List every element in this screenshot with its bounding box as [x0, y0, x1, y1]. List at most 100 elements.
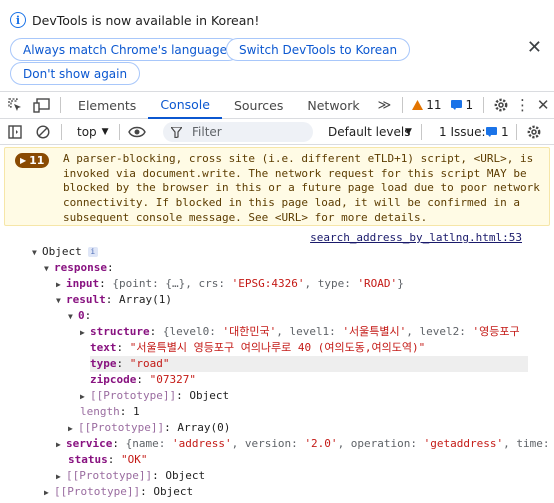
- structure-preview: , level2:: [406, 325, 473, 338]
- prototype-key: [[Prototype]]: [54, 485, 141, 498]
- tree-row-prototype-object[interactable]: ▶ [[Prototype]]: Object: [80, 388, 229, 404]
- source-location-link[interactable]: search_address_by_latlng.html:53: [310, 231, 522, 244]
- tree-row-prototype-array[interactable]: ▶ [[Prototype]]: Array(0): [68, 420, 230, 436]
- tree-row-type[interactable]: type: "road": [90, 356, 528, 372]
- expanded-triangle-icon[interactable]: ▼: [56, 293, 66, 308]
- prototype-key: [[Prototype]]: [90, 389, 177, 402]
- collapsed-triangle-icon[interactable]: ▶: [56, 469, 66, 484]
- collapsed-triangle-icon[interactable]: ▶: [44, 485, 54, 500]
- expand-triangle-icon: ▶: [20, 156, 27, 165]
- context-dropdown-icon[interactable]: ▼: [102, 127, 109, 137]
- message-counter[interactable]: 1: [451, 98, 473, 112]
- context-selector[interactable]: top: [77, 125, 97, 139]
- info-badge-icon[interactable]: i: [87, 247, 98, 257]
- zipcode-key: zipcode: [90, 373, 137, 386]
- warning-count: 11: [426, 98, 442, 112]
- collapsed-triangle-icon[interactable]: ▶: [56, 277, 66, 292]
- object-label: Object: [42, 245, 82, 258]
- prototype-value: Object: [165, 469, 206, 482]
- log-levels-dropdown[interactable]: Default levels: [328, 125, 410, 139]
- levels-dropdown-icon[interactable]: ▼: [405, 127, 412, 137]
- structure-preview: {level0:: [162, 325, 223, 338]
- expanded-triangle-icon[interactable]: ▼: [68, 309, 78, 324]
- collapsed-triangle-icon[interactable]: ▶: [56, 437, 66, 452]
- toolbar-divider: [402, 97, 404, 113]
- input-crs-value: 'EPSG:4326': [231, 277, 305, 290]
- tree-row-index-0[interactable]: ▼ 0:: [68, 308, 91, 324]
- result-key: result: [66, 293, 106, 306]
- switch-to-korean-button[interactable]: Switch DevTools to Korean: [226, 38, 411, 61]
- toolbar-divider: [421, 124, 422, 140]
- issues-count[interactable]: 1: [501, 125, 509, 139]
- tree-row-object[interactable]: ▼ Object i: [32, 244, 98, 260]
- collapsed-triangle-icon[interactable]: ▶: [80, 325, 90, 340]
- collapsed-triangle-icon[interactable]: ▶: [80, 389, 90, 404]
- close-devtools-icon[interactable]: ✕: [532, 96, 554, 114]
- structure-level0: '대한민국': [222, 325, 277, 338]
- prototype-value: Array(0): [177, 421, 231, 434]
- more-tabs-chevron-icon[interactable]: ≫: [372, 92, 398, 119]
- dont-show-again-button[interactable]: Don't show again: [10, 62, 141, 85]
- message-icon: [451, 100, 463, 110]
- prototype-value: Object: [189, 389, 230, 402]
- tree-row-status[interactable]: status: "OK": [68, 452, 148, 468]
- console-toolbar: top ▼ Filter Default levels ▼ 1 Issue: 1: [0, 119, 554, 145]
- expanded-triangle-icon[interactable]: ▼: [32, 245, 42, 260]
- clear-console-icon[interactable]: [30, 124, 56, 139]
- tree-row-input[interactable]: ▶ input: {point: {…}, crs: 'EPSG:4326', t…: [56, 276, 404, 292]
- issue-message-icon: [486, 127, 497, 137]
- tree-row-service[interactable]: ▶ service: {name: 'address', version: '2.…: [56, 436, 554, 452]
- tree-row-length[interactable]: length: 1: [80, 404, 140, 420]
- device-toolbar-icon[interactable]: [30, 97, 56, 113]
- settings-gear-icon[interactable]: [489, 97, 513, 113]
- toolbar-divider: [516, 124, 517, 140]
- live-expression-eye-icon[interactable]: [125, 126, 149, 138]
- warning-counter[interactable]: 11: [412, 98, 441, 112]
- service-preview: {name:: [125, 437, 172, 450]
- tree-row-structure[interactable]: ▶ structure: {level0: '대한민국', level1: '서울…: [80, 324, 554, 340]
- always-match-language-button[interactable]: Always match Chrome's language: [10, 38, 240, 61]
- service-preview: , time: '1: [503, 437, 554, 450]
- console-settings-gear-icon[interactable]: [526, 124, 542, 140]
- tree-row-text[interactable]: text: "서울특별시 영등포구 여의나루로 40 (여의도동,여의도역)": [90, 340, 425, 356]
- service-preview: , operation:: [337, 437, 424, 450]
- info-icon: i: [10, 12, 26, 28]
- tab-elements[interactable]: Elements: [66, 92, 148, 119]
- issues-label[interactable]: 1 Issue:: [439, 125, 486, 139]
- tree-row-zipcode[interactable]: zipcode: "07327": [90, 372, 196, 388]
- prototype-value: Object: [153, 485, 194, 498]
- tree-row-object-prototype[interactable]: ▶ [[Prototype]]: Object: [44, 484, 193, 500]
- status-value: "OK": [121, 453, 148, 466]
- warning-repeat-badge[interactable]: ▶ 11: [15, 153, 50, 168]
- inspect-element-icon[interactable]: [0, 97, 30, 113]
- filter-input[interactable]: Filter: [163, 122, 313, 142]
- sidebar-toggle-icon[interactable]: [0, 124, 30, 139]
- tab-sources[interactable]: Sources: [222, 92, 295, 119]
- tree-row-response[interactable]: ▼ response:: [44, 260, 114, 276]
- tab-console[interactable]: Console: [148, 92, 222, 119]
- response-key: response: [54, 261, 107, 274]
- tree-row-result[interactable]: ▼ result: Array(1): [56, 292, 172, 308]
- kebab-menu-icon[interactable]: ⋮: [513, 96, 533, 114]
- infobar-message-row: i DevTools is now available in Korean!: [10, 12, 259, 28]
- expanded-triangle-icon[interactable]: ▼: [44, 261, 54, 276]
- input-preview: }: [397, 277, 404, 290]
- input-preview: {point: {…}, crs:: [112, 277, 232, 290]
- message-count: 1: [465, 98, 474, 112]
- toolbar-divider: [60, 97, 62, 113]
- collapsed-triangle-icon[interactable]: ▶: [68, 421, 78, 436]
- tab-network[interactable]: Network: [295, 92, 371, 119]
- tree-row-response-prototype[interactable]: ▶ [[Prototype]]: Object: [56, 468, 205, 484]
- service-key: service: [66, 437, 113, 450]
- service-name-value: 'address': [171, 437, 232, 450]
- type-value: "road": [129, 357, 170, 370]
- zipcode-value: "07327": [149, 373, 196, 386]
- prototype-key: [[Prototype]]: [66, 469, 153, 482]
- input-key: input: [66, 277, 100, 290]
- text-value: "서울특별시 영등포구 여의나루로 40 (여의도동,여의도역)": [129, 341, 426, 354]
- close-icon[interactable]: ✕: [527, 37, 542, 58]
- console-warning-message[interactable]: ▶ 11 A parser-blocking, cross site (i.e.…: [4, 147, 550, 226]
- status-key: status: [68, 453, 108, 466]
- warning-repeat-count: 11: [29, 154, 45, 167]
- infobar-message: DevTools is now available in Korean!: [32, 12, 260, 28]
